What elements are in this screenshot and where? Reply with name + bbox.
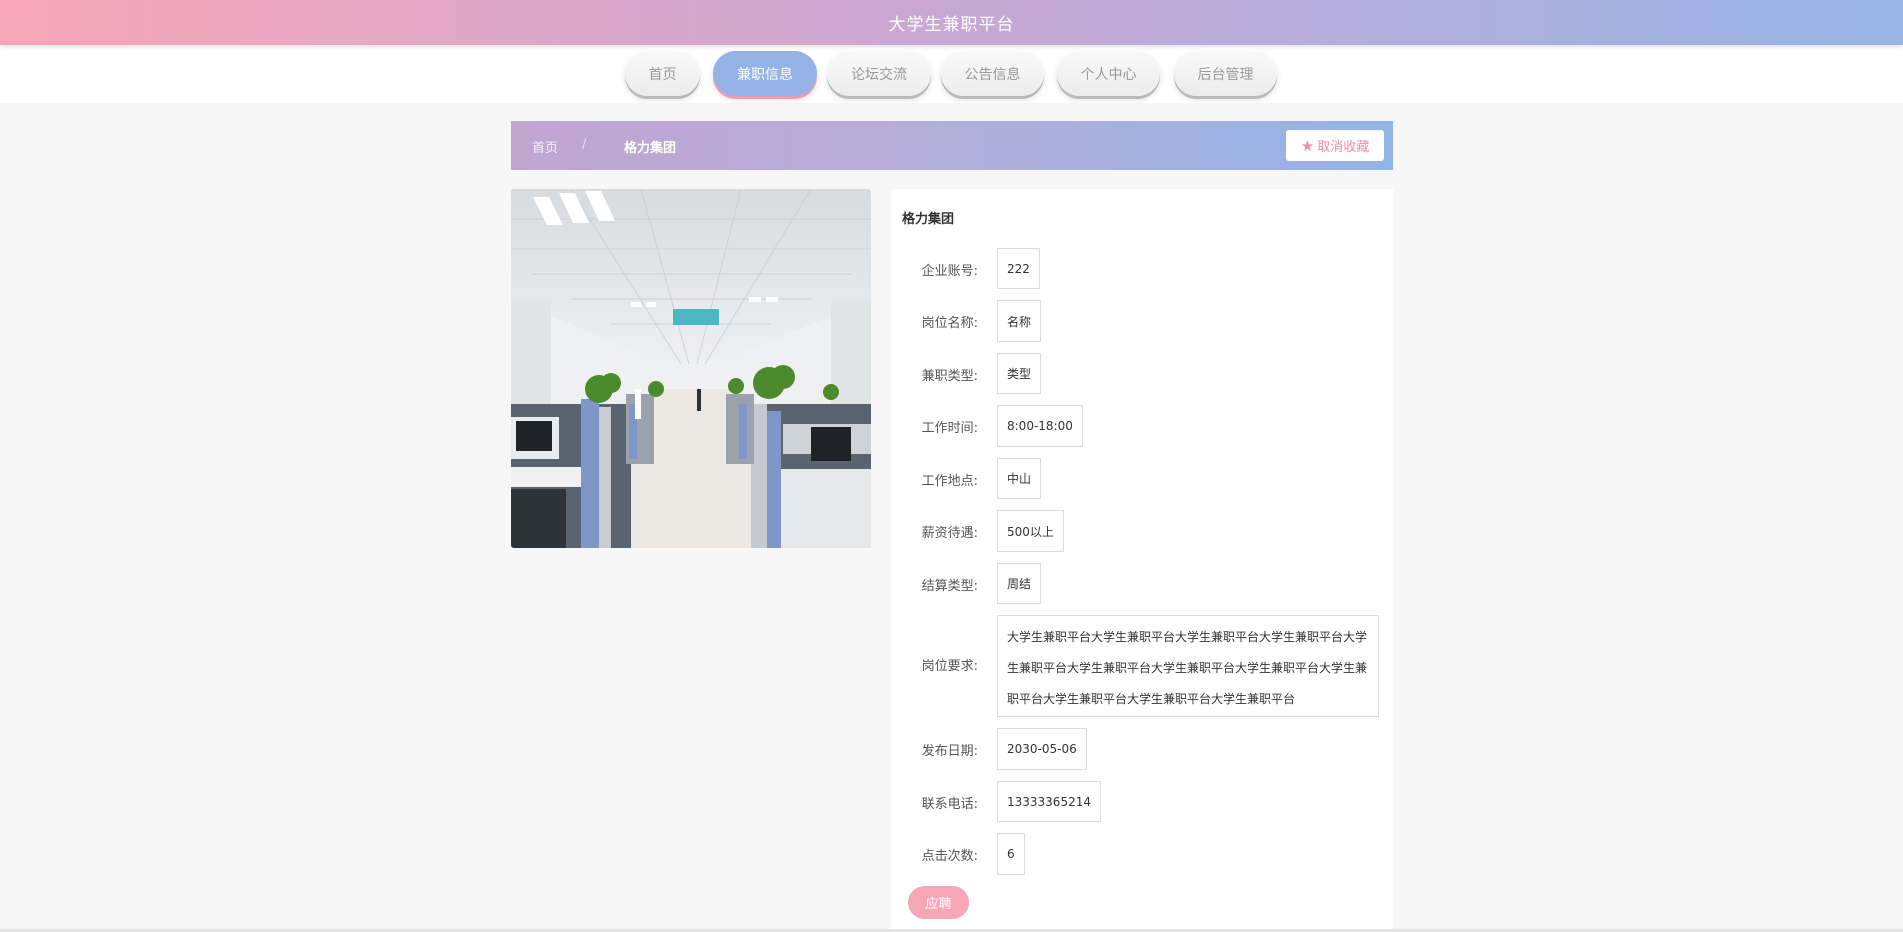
office-photo-image [511, 189, 871, 548]
site-title: 大学生兼职平台 [888, 15, 1015, 35]
nav-jobs[interactable]: 兼职信息 [713, 51, 817, 96]
nav-admin[interactable]: 后台管理 [1174, 51, 1277, 96]
field-label: 薪资待遇: [921, 526, 978, 541]
job-detail-panel: 格力集团 企业账号: 222 岗位名称: 名称 兼职类型: 类型 工作时间: 8… [891, 189, 1393, 932]
unfavorite-button[interactable]: ★ 取消收藏 [1286, 130, 1384, 161]
breadcrumb: 首页 / 格力集团 ★ 取消收藏 [511, 121, 1393, 170]
nav-forum[interactable]: 论坛交流 [827, 51, 931, 96]
job-photo [511, 189, 871, 548]
company-name: 格力集团 [902, 212, 955, 227]
field-label: 点击次数: [921, 849, 978, 864]
field-label: 工作时间: [921, 421, 978, 436]
unfavorite-label: 取消收藏 [1317, 140, 1370, 155]
phone-value: 13333365214 [997, 781, 1101, 822]
requirements-value: 大学生兼职平台大学生兼职平台大学生兼职平台大学生兼职平台大学生兼职平台大学生兼职… [997, 615, 1379, 717]
breadcrumb-home-link[interactable]: 首页 [532, 137, 558, 156]
breadcrumb-separator: / [582, 137, 587, 152]
star-icon: ★ [1300, 136, 1315, 155]
nav-home[interactable]: 首页 [625, 51, 700, 96]
field-label: 岗位要求: [921, 659, 978, 674]
field-label: 发布日期: [921, 744, 978, 759]
settlement-type-value: 周结 [997, 563, 1042, 604]
field-label: 工作地点: [921, 474, 978, 489]
click-count-value: 6 [997, 833, 1025, 875]
nav-profile[interactable]: 个人中心 [1057, 51, 1160, 96]
field-label: 岗位名称: [921, 316, 978, 331]
nav-announcements[interactable]: 公告信息 [941, 51, 1044, 96]
salary-value: 500以上 [997, 510, 1064, 552]
work-location-value: 中山 [997, 458, 1042, 499]
job-type-value: 类型 [997, 353, 1042, 394]
publish-date-value: 2030-05-06 [997, 728, 1087, 770]
main-nav: 首页 兼职信息 论坛交流 公告信息 个人中心 后台管理 [0, 45, 1903, 103]
breadcrumb-current: 格力集团 [624, 141, 677, 156]
field-label: 结算类型: [921, 579, 978, 594]
field-label: 企业账号: [921, 264, 978, 279]
position-name-value: 名称 [997, 300, 1042, 342]
work-time-value: 8:00-18:00 [997, 405, 1083, 447]
field-label: 联系电话: [921, 797, 978, 812]
site-header: 大学生兼职平台 [0, 0, 1903, 45]
field-label: 兼职类型: [921, 369, 978, 384]
company-account-value: 222 [997, 248, 1040, 289]
apply-button[interactable]: 应聘 [908, 886, 969, 919]
